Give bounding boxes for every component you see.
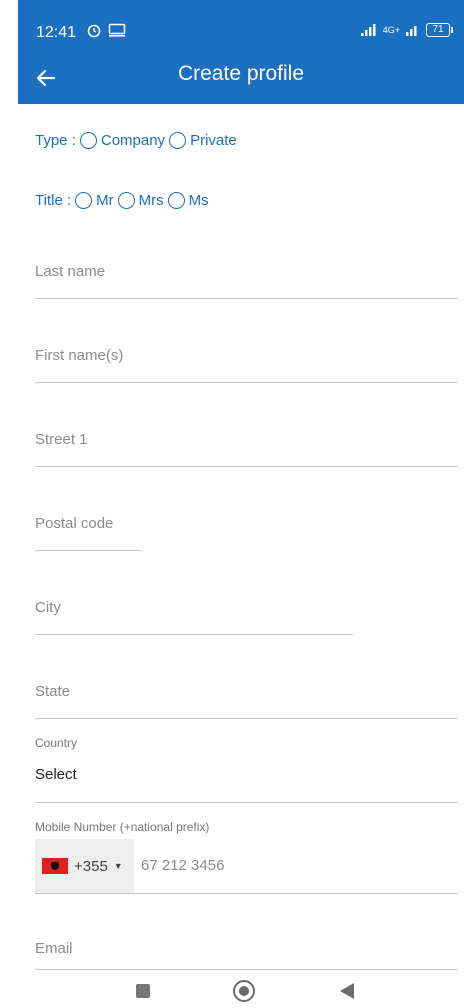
dropdown-caret-icon: ▼ [113,861,123,871]
albania-flag-icon [42,858,68,874]
cast-icon [108,23,126,37]
street-field[interactable] [35,431,458,448]
country-prefix: +355 [74,857,108,875]
last-name-field-wrapper [35,250,458,299]
street-field-wrapper [35,418,458,467]
battery-icon: 71 [426,23,453,37]
app-bar: Create profile [18,52,464,104]
title-option-label: Mrs [138,192,164,209]
mobile-number-input[interactable]: 67 212 3456 [141,857,224,874]
type-option-company[interactable]: Company [78,132,165,149]
country-select[interactable]: Select [35,752,458,803]
country-label: Country [35,736,78,750]
type-label: Type : [35,132,76,149]
email-field-wrapper [35,922,458,970]
postal-code-field-wrapper [35,502,142,551]
signal-icon [406,26,417,36]
state-field[interactable] [35,683,458,700]
country-select-value: Select [35,766,77,783]
status-left-icons [78,22,126,38]
type-option-label: Company [100,132,166,149]
type-option-private[interactable]: Private [167,132,237,149]
first-name-field-wrapper [35,334,458,383]
type-radio-group: Type : Company Private [35,132,239,149]
status-right-icons: 4G+ 71 [360,23,453,37]
city-field[interactable] [35,599,353,616]
country-code-picker[interactable]: +355 ▼ [35,839,134,893]
first-name-field[interactable] [35,347,458,364]
page-title: Create profile [177,62,305,85]
email-field[interactable] [35,940,458,957]
mobile-number-divider [35,893,458,894]
system-nav-bar [0,970,464,1008]
radio-button[interactable] [169,132,187,149]
city-field-wrapper [35,586,353,635]
mobile-number-label: Mobile Number (+national prefix) [35,820,210,834]
radio-button[interactable] [117,192,135,209]
title-option-mr[interactable]: Mr [73,192,114,209]
postal-code-field[interactable] [35,515,142,532]
title-label: Title : [35,192,72,209]
signal-icon [360,24,376,36]
home-circle-icon[interactable] [233,980,255,1002]
radio-button[interactable] [79,132,97,149]
alarm-icon [87,24,101,38]
recents-square-icon[interactable] [136,984,150,998]
state-field-wrapper [35,670,458,719]
title-option-label: Mr [96,192,114,209]
status-time: 12:41 [36,24,77,41]
title-option-ms[interactable]: Ms [166,192,209,209]
last-name-field[interactable] [35,263,458,280]
title-option-mrs[interactable]: Mrs [116,192,164,209]
title-option-label: Ms [188,192,209,209]
type-option-label: Private [190,132,237,149]
back-triangle-icon[interactable] [340,983,354,999]
status-bar: 12:41 4G+ 71 [18,0,464,52]
radio-button[interactable] [167,192,185,209]
title-radio-group: Title : Mr Mrs Ms [35,192,211,209]
network-type: 4G+ [382,25,400,35]
radio-button[interactable] [75,192,93,209]
